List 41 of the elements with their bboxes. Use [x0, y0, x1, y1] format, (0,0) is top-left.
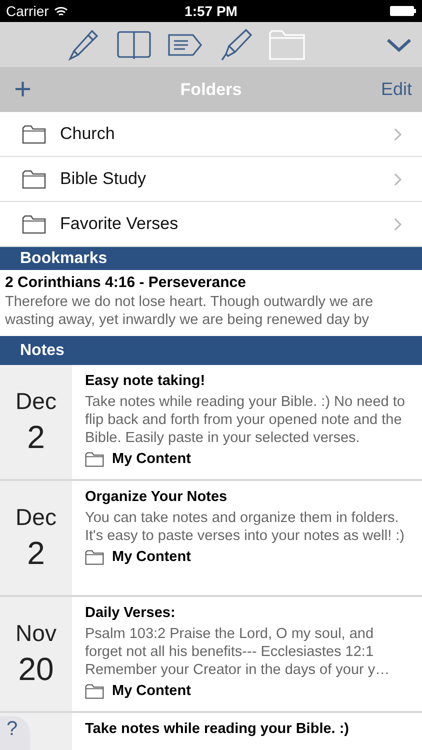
edit-button[interactable]: Edit: [380, 79, 412, 100]
note-folder: My Content: [112, 451, 191, 467]
folder-icon: [22, 170, 46, 188]
note-title[interactable]: Take notes while reading your Bible. :): [85, 721, 414, 737]
chevron-right-icon: [394, 128, 402, 140]
note-day: 20: [18, 651, 54, 688]
carrier-label: Carrier: [6, 3, 49, 19]
note-title[interactable]: Easy note taking!: [85, 373, 414, 389]
wifi-icon: [54, 6, 68, 16]
bookmark-text: Therefore we do not lose heart. Though outwardly we are wasting away, yet inwardly we are being renewed day by: [5, 293, 374, 329]
bookmark-title[interactable]: 2 Corinthians 4:16 - Perseverance: [5, 274, 417, 291]
status-time: 1:57 PM: [184, 3, 238, 19]
folder-name[interactable]: Favorite Verses: [60, 214, 380, 234]
note-day: 2: [27, 535, 45, 572]
chevron-down-icon[interactable]: [386, 38, 412, 52]
note-title[interactable]: Organize Your Notes: [85, 489, 414, 505]
folder-name[interactable]: Church: [60, 124, 380, 144]
note-text: You can take notes and organize them in folders. It's easy to paste verses into your notes as well! :): [85, 509, 406, 545]
folder-icon: [22, 214, 46, 234]
folder-icon: [85, 550, 104, 564]
note-text: Take notes while reading your Bible. :) No need to flip back and forth from your opened note and the Bible. Easily paste in your selected verses.: [85, 393, 406, 447]
note-month: Nov: [16, 620, 56, 647]
folder-name[interactable]: Bible Study: [60, 169, 380, 189]
folder-icon: [22, 124, 46, 144]
note-day: 2: [27, 419, 45, 456]
folder-icon: [85, 684, 104, 698]
chevron-right-icon: [394, 218, 402, 230]
note-text: Psalm 103:2 Praise the Lord, O my soul, and forget not all his benefits--- Ecclesiastes 12:1 Remember your Creator in the days of your y…: [85, 625, 391, 679]
nav-title: Folders: [180, 80, 242, 100]
section-header: Bookmarks: [0, 247, 422, 270]
note-month: Dec: [16, 504, 56, 531]
section-header: Notes: [0, 336, 422, 365]
add-button[interactable]: +: [14, 72, 32, 106]
note-folder: My Content: [112, 549, 191, 565]
chevron-right-icon: [394, 172, 402, 186]
help-button[interactable]: ?: [0, 716, 30, 750]
battery-icon: [390, 6, 416, 16]
folder-icon: [85, 452, 104, 466]
note-title[interactable]: Daily Verses:: [85, 605, 414, 621]
note-folder: My Content: [112, 683, 191, 699]
note-month: Dec: [16, 388, 56, 415]
